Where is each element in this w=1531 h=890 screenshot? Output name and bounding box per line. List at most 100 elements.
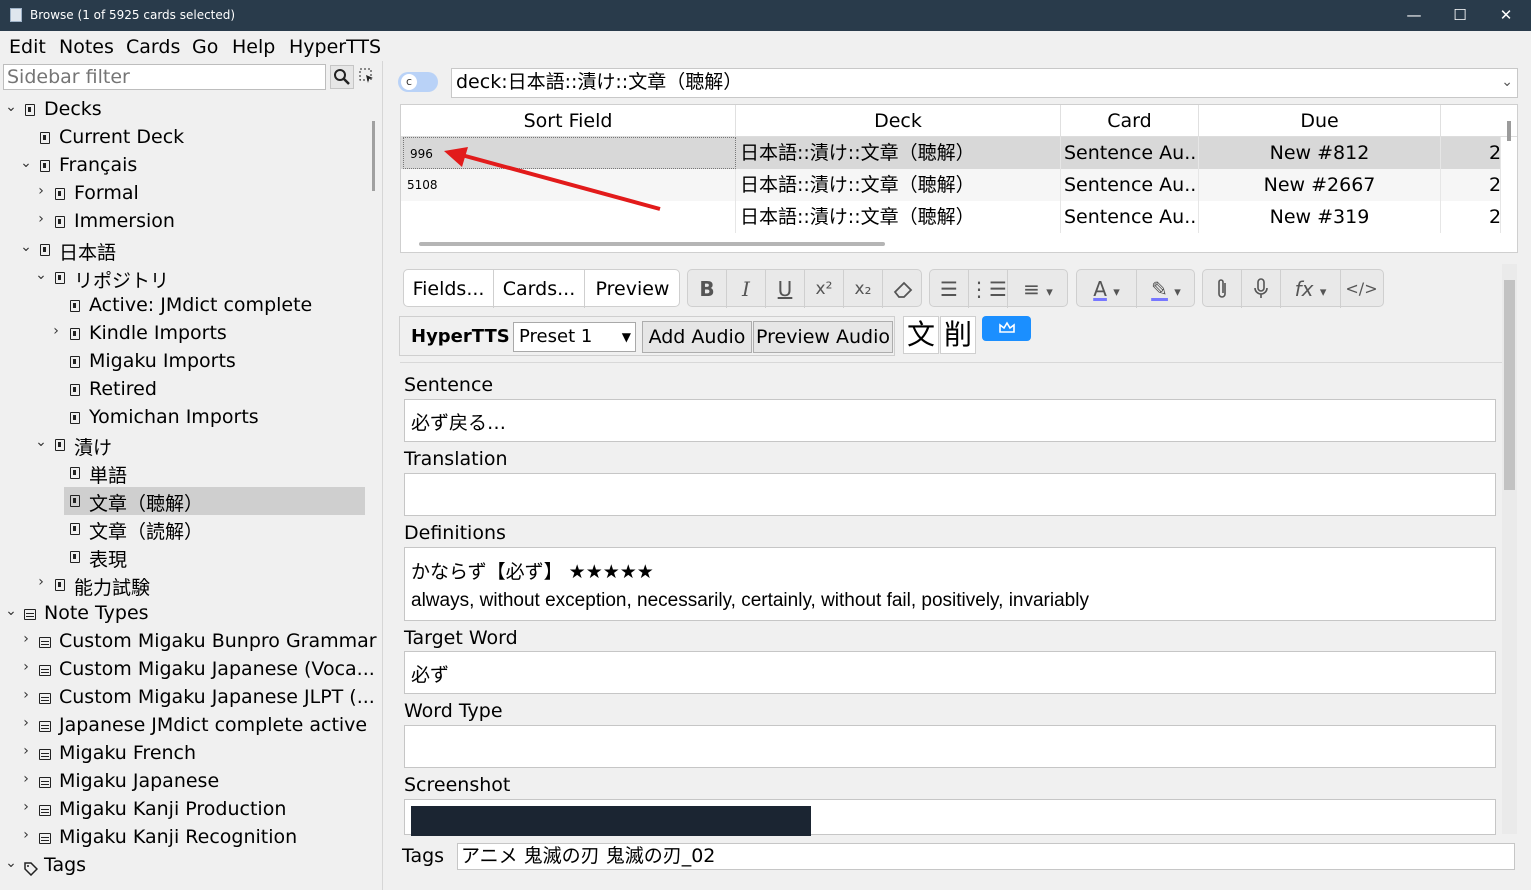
column-deck[interactable]: Deck — [736, 105, 1061, 137]
math-button[interactable]: fx ▾ — [1281, 270, 1341, 308]
preset-select[interactable]: Preset 1 ▼ — [513, 322, 636, 352]
bold-button[interactable]: B — [688, 270, 727, 308]
column-sort-field[interactable]: Sort Field — [401, 105, 736, 137]
tags-input[interactable]: アニメ 鬼滅の刃 鬼滅の刃_02 — [457, 843, 1515, 870]
sidebar-item-retired[interactable]: Retired — [0, 376, 372, 404]
sidebar-item-nihongo[interactable]: ⌄ 日本語 — [0, 236, 372, 264]
chevron-right-icon[interactable]: › — [49, 323, 63, 343]
card-note-toggle[interactable]: c — [398, 72, 438, 92]
sidebar-item-decks[interactable]: ⌄ Decks — [0, 96, 372, 124]
menu-go[interactable]: Go — [192, 36, 218, 58]
table-horizontal-scrollbar[interactable] — [419, 242, 885, 246]
chevron-down-icon[interactable]: ⌄ — [19, 155, 33, 175]
target-word-field[interactable]: 必ず — [404, 651, 1496, 694]
chevron-right-icon[interactable]: › — [19, 827, 33, 847]
close-button[interactable]: ✕ — [1483, 0, 1529, 31]
menu-cards[interactable]: Cards — [126, 36, 180, 58]
screenshot-field[interactable] — [404, 799, 1496, 836]
sidebar-item-note-type[interactable]: › Migaku French — [0, 740, 372, 768]
menu-notes[interactable]: Notes — [59, 36, 114, 58]
sidebar-item-note-type[interactable]: › Japanese JMdict complete active — [0, 712, 372, 740]
chevron-down-icon[interactable]: ⌄ — [4, 603, 18, 623]
sidebar-item-kindle-imports[interactable]: › Kindle Imports — [0, 320, 372, 348]
chevron-right-icon[interactable]: › — [19, 687, 33, 707]
chevron-right-icon[interactable]: › — [34, 211, 48, 231]
sidebar-item-note-type[interactable]: › Custom Migaku Japanese JLPT (... — [0, 684, 375, 712]
sidebar-item-noryoku-shiken[interactable]: › 能力試験 — [0, 571, 372, 599]
text-color-button[interactable]: A ▾ — [1077, 270, 1137, 308]
sidebar-item-tango[interactable]: 単語 — [0, 459, 372, 487]
sidebar-item-immersion[interactable]: › Immersion — [0, 208, 372, 236]
chevron-down-icon[interactable]: ⌄ — [4, 99, 18, 119]
chevron-right-icon[interactable]: › — [19, 743, 33, 763]
maximize-button[interactable]: ☐ — [1437, 0, 1483, 31]
addon-action-button[interactable] — [982, 316, 1031, 341]
sidebar-filter-input[interactable] — [3, 64, 326, 90]
sidebar-item-note-type[interactable]: › Migaku Kanji Recognition — [0, 824, 372, 852]
numbered-list-button[interactable]: ⋮☰ — [969, 270, 1008, 308]
editor-scrollbar-thumb[interactable] — [1504, 280, 1515, 490]
attach-button[interactable] — [1203, 270, 1242, 308]
sidebar-item-current-deck[interactable]: Current Deck — [0, 124, 372, 152]
preview-audio-button[interactable]: Preview Audio — [753, 321, 893, 353]
chevron-down-icon[interactable]: ⌄ — [19, 239, 33, 259]
sidebar-item-hyogen[interactable]: 表現 — [0, 543, 372, 571]
italic-button[interactable]: I — [727, 270, 766, 308]
bullet-list-button[interactable]: ☰ — [930, 270, 969, 308]
chevron-down-icon[interactable]: ⌄ — [4, 855, 18, 875]
definitions-field[interactable]: かならず【必ず】 ★★★★★ always, without exception… — [404, 547, 1496, 621]
chevron-down-icon[interactable]: ⌄ — [34, 434, 48, 454]
minimize-button[interactable]: — — [1391, 0, 1437, 31]
highlight-button[interactable]: ✎ ▾ — [1137, 270, 1195, 308]
chevron-down-icon[interactable]: ⌄ — [1501, 69, 1513, 96]
menu-edit[interactable]: Edit — [9, 36, 46, 58]
column-due[interactable]: Due — [1199, 105, 1441, 137]
chevron-right-icon[interactable]: › — [19, 631, 33, 651]
chevron-right-icon[interactable]: › — [19, 771, 33, 791]
table-vertical-scrollbar[interactable] — [1507, 121, 1511, 141]
sidebar-item-yomichan-imports[interactable]: Yomichan Imports — [0, 404, 372, 432]
kanji-bun-button[interactable]: 文 — [903, 316, 939, 354]
sidebar-item-tsuke[interactable]: ⌄ 漬け — [0, 431, 372, 459]
word-type-field[interactable] — [404, 725, 1496, 768]
preview-button[interactable]: Preview — [585, 270, 680, 308]
chevron-right-icon[interactable]: › — [34, 183, 48, 203]
sidebar-item-repository[interactable]: ⌄ リポジトリ — [0, 264, 372, 292]
sidebar-scrollbar[interactable] — [372, 121, 375, 191]
underline-button[interactable]: U — [766, 270, 805, 308]
search-tool-button[interactable] — [330, 65, 354, 89]
sidebar-item-bunsho-chokai[interactable]: 文章（聴解） — [0, 487, 372, 515]
search-input[interactable]: deck:日本語::漬け::文章（聴解） ⌄ — [451, 68, 1518, 98]
sidebar-item-migaku-imports[interactable]: Migaku Imports — [0, 348, 372, 376]
menu-help[interactable]: Help — [232, 36, 275, 58]
html-editor-button[interactable]: </> — [1342, 270, 1381, 308]
eraser-button[interactable] — [883, 270, 922, 308]
sidebar-item-francais[interactable]: ⌄ Français — [0, 152, 372, 180]
chevron-right-icon[interactable]: › — [19, 799, 33, 819]
add-audio-button[interactable]: Add Audio — [642, 321, 752, 353]
sidebar-item-bunsho-dokkai[interactable]: 文章（読解） — [0, 515, 372, 543]
select-tool-button[interactable] — [358, 67, 376, 85]
align-button[interactable]: ≡ ▾ — [1008, 270, 1068, 308]
cards-button[interactable]: Cards... — [494, 270, 585, 308]
sidebar-item-formal[interactable]: › Formal — [0, 180, 372, 208]
sentence-field[interactable]: 必ず戻る… — [404, 399, 1496, 442]
sidebar-item-tags[interactable]: ⌄ Tags — [0, 852, 372, 880]
sidebar-item-note-type[interactable]: › Migaku Kanji Production — [0, 796, 372, 824]
chevron-down-icon[interactable]: ⌄ — [34, 267, 48, 287]
sidebar-item-note-types[interactable]: ⌄ Note Types — [0, 600, 372, 628]
chevron-right-icon[interactable]: › — [19, 715, 33, 735]
sidebar-item-active-jmdict[interactable]: Active: JMdict complete — [0, 292, 372, 320]
fields-button[interactable]: Fields... — [404, 270, 494, 308]
chevron-right-icon[interactable]: › — [34, 574, 48, 594]
record-audio-button[interactable] — [1242, 270, 1281, 308]
sidebar-item-note-type[interactable]: › Custom Migaku Bunpro Grammar — [0, 628, 376, 656]
menu-hypertts[interactable]: HyperTTS — [289, 36, 381, 58]
chevron-right-icon[interactable]: › — [19, 659, 33, 679]
kanji-saku-button[interactable]: 削 — [940, 316, 976, 354]
sidebar-item-note-type[interactable]: › Custom Migaku Japanese (Voca... — [0, 656, 375, 684]
sidebar-item-note-type[interactable]: › Migaku Japanese — [0, 768, 372, 796]
superscript-button[interactable]: x² — [805, 270, 844, 308]
subscript-button[interactable]: x₂ — [844, 270, 883, 308]
translation-field[interactable] — [404, 473, 1496, 516]
